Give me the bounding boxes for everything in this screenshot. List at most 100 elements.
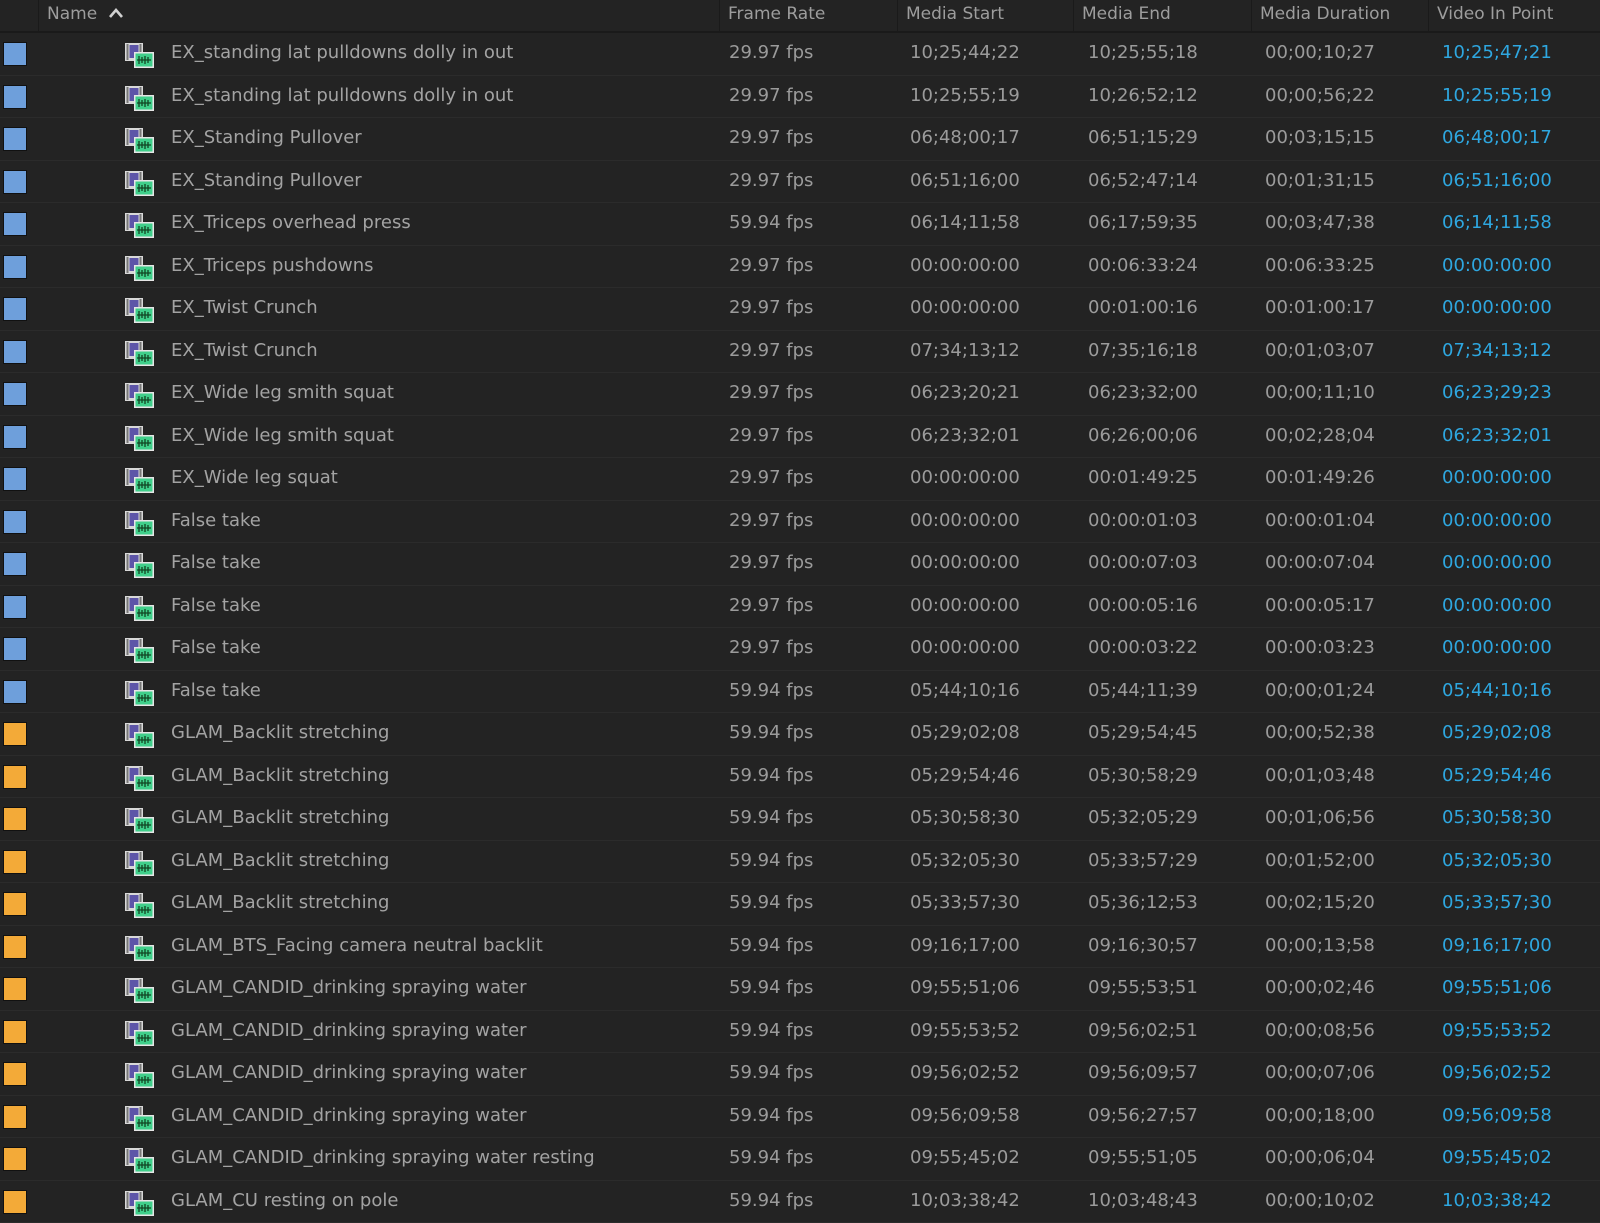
table-row[interactable]: GLAM_CANDID_drinking spraying water rest… [0,1138,1600,1181]
clip-name-cell[interactable]: EX_standing lat pulldowns dolly in out [171,33,513,73]
table-row[interactable]: GLAM_CANDID_drinking spraying water59.94… [0,968,1600,1011]
clip-name-cell[interactable]: EX_Wide leg squat [171,458,338,498]
video-in-point-cell[interactable]: 00:00:00:00 [1442,501,1552,541]
video-in-point-cell[interactable]: 00:00:00:00 [1442,288,1552,328]
video-in-point-cell[interactable]: 06;23;32;01 [1442,416,1552,456]
video-in-point-cell[interactable]: 00:00:00:00 [1442,543,1552,583]
table-row[interactable]: EX_Twist Crunch29.97 fps07;34;13;1207;35… [0,331,1600,374]
column-header-video-in-point[interactable]: Video In Point [1428,0,1600,31]
video-in-point-cell[interactable]: 09;55;53;52 [1442,1011,1552,1051]
label-color-swatch[interactable] [3,977,27,1001]
column-header-media-duration[interactable]: Media Duration [1251,0,1428,31]
video-in-point-cell[interactable]: 09;55;45;02 [1442,1138,1552,1178]
label-color-swatch[interactable] [3,1147,27,1171]
video-in-point-cell[interactable]: 00:00:00:00 [1442,458,1552,498]
video-in-point-cell[interactable]: 06;48;00;17 [1442,118,1552,158]
table-row[interactable]: GLAM_CANDID_drinking spraying water59.94… [0,1096,1600,1139]
label-color-swatch[interactable] [3,42,27,66]
label-color-swatch[interactable] [3,595,27,619]
clip-name-cell[interactable]: EX_Standing Pullover [171,118,362,158]
clip-name-cell[interactable]: False take [171,628,261,668]
label-color-swatch[interactable] [3,850,27,874]
table-row[interactable]: False take29.97 fps00:00:00:0000:00:05:1… [0,586,1600,629]
label-color-swatch[interactable] [3,340,27,364]
label-color-swatch[interactable] [3,807,27,831]
clip-name-cell[interactable]: False take [171,586,261,626]
label-color-swatch[interactable] [3,680,27,704]
video-in-point-cell[interactable]: 05;29;02;08 [1442,713,1552,753]
video-in-point-cell[interactable]: 07;34;13;12 [1442,331,1552,371]
clip-name-cell[interactable]: GLAM_Backlit stretching [171,713,389,753]
video-in-point-cell[interactable]: 05;32;05;30 [1442,841,1552,881]
clip-name-cell[interactable]: EX_standing lat pulldowns dolly in out [171,76,513,116]
clip-name-cell[interactable]: GLAM_CANDID_drinking spraying water [171,968,527,1008]
clip-name-cell[interactable]: GLAM_CANDID_drinking spraying water [171,1011,527,1051]
label-color-swatch[interactable] [3,1020,27,1044]
chevron-up-icon[interactable] [109,6,123,20]
clip-name-cell[interactable]: False take [171,543,261,583]
table-row[interactable]: EX_Twist Crunch29.97 fps00:00:00:0000:01… [0,288,1600,331]
column-header-name[interactable]: Name [38,0,719,31]
clip-name-cell[interactable]: GLAM_Backlit stretching [171,798,389,838]
column-header-frame-rate[interactable]: Frame Rate [719,0,897,31]
table-row[interactable]: EX_standing lat pulldowns dolly in out29… [0,76,1600,119]
table-row[interactable]: EX_Wide leg smith squat29.97 fps06;23;32… [0,416,1600,459]
video-in-point-cell[interactable]: 05;33;57;30 [1442,883,1552,923]
label-color-swatch[interactable] [3,1105,27,1129]
label-color-swatch[interactable] [3,297,27,321]
clip-name-cell[interactable]: GLAM_Backlit stretching [171,883,389,923]
clip-name-cell[interactable]: GLAM_Backlit stretching [171,841,389,881]
video-in-point-cell[interactable]: 09;56;09;58 [1442,1096,1552,1136]
clip-name-cell[interactable]: EX_Twist Crunch [171,288,318,328]
label-color-swatch[interactable] [3,212,27,236]
clip-name-cell[interactable]: False take [171,671,261,711]
table-row[interactable]: EX_Standing Pullover29.97 fps06;51;16;00… [0,161,1600,204]
clip-name-cell[interactable]: GLAM_BTS_Facing camera neutral backlit [171,926,543,966]
label-color-swatch[interactable] [3,1062,27,1086]
clip-name-cell[interactable]: EX_Twist Crunch [171,331,318,371]
table-row[interactable]: GLAM_Backlit stretching59.94 fps05;29;02… [0,713,1600,756]
label-color-swatch[interactable] [3,170,27,194]
table-row[interactable]: GLAM_Backlit stretching59.94 fps05;32;05… [0,841,1600,884]
video-in-point-cell[interactable]: 06;23;29;23 [1442,373,1552,413]
video-in-point-cell[interactable]: 09;56;02;52 [1442,1053,1552,1093]
label-color-swatch[interactable] [3,1190,27,1214]
table-row[interactable]: GLAM_CANDID_drinking spraying water59.94… [0,1053,1600,1096]
table-row[interactable]: GLAM_Backlit stretching59.94 fps05;29;54… [0,756,1600,799]
label-color-swatch[interactable] [3,935,27,959]
label-color-swatch[interactable] [3,425,27,449]
clip-name-cell[interactable]: EX_Triceps overhead press [171,203,411,243]
table-row[interactable]: EX_Triceps overhead press59.94 fps06;14;… [0,203,1600,246]
table-row[interactable]: GLAM_Backlit stretching59.94 fps05;30;58… [0,798,1600,841]
video-in-point-cell[interactable]: 05;44;10;16 [1442,671,1552,711]
video-in-point-cell[interactable]: 06;51;16;00 [1442,161,1552,201]
label-color-swatch[interactable] [3,467,27,491]
label-color-swatch[interactable] [3,892,27,916]
video-in-point-cell[interactable]: 10;25;55;19 [1442,76,1552,116]
label-color-swatch[interactable] [3,637,27,661]
label-color-swatch[interactable] [3,382,27,406]
label-color-swatch[interactable] [3,722,27,746]
table-row[interactable]: False take29.97 fps00:00:00:0000:00:03:2… [0,628,1600,671]
clip-name-cell[interactable]: EX_Triceps pushdowns [171,246,374,286]
column-header-label[interactable] [0,0,38,31]
label-color-swatch[interactable] [3,85,27,109]
column-header-media-end[interactable]: Media End [1073,0,1251,31]
video-in-point-cell[interactable]: 05;30;58;30 [1442,798,1552,838]
label-color-swatch[interactable] [3,510,27,534]
video-in-point-cell[interactable]: 00:00:00:00 [1442,628,1552,668]
table-row[interactable]: EX_standing lat pulldowns dolly in out29… [0,33,1600,76]
column-header-media-start[interactable]: Media Start [897,0,1073,31]
clip-name-cell[interactable]: GLAM_CANDID_drinking spraying water [171,1053,527,1093]
clip-name-cell[interactable]: EX_Wide leg smith squat [171,416,394,456]
table-row[interactable]: EX_Standing Pullover29.97 fps06;48;00;17… [0,118,1600,161]
video-in-point-cell[interactable]: 00:00:00:00 [1442,586,1552,626]
table-row[interactable]: False take29.97 fps00:00:00:0000:00:07:0… [0,543,1600,586]
table-row[interactable]: GLAM_BTS_Facing camera neutral backlit59… [0,926,1600,969]
table-row[interactable]: False take59.94 fps05;44;10;1605;44;11;3… [0,671,1600,714]
table-row[interactable]: GLAM_Backlit stretching59.94 fps05;33;57… [0,883,1600,926]
label-color-swatch[interactable] [3,127,27,151]
label-color-swatch[interactable] [3,552,27,576]
label-color-swatch[interactable] [3,765,27,789]
clip-name-cell[interactable]: EX_Wide leg smith squat [171,373,394,413]
